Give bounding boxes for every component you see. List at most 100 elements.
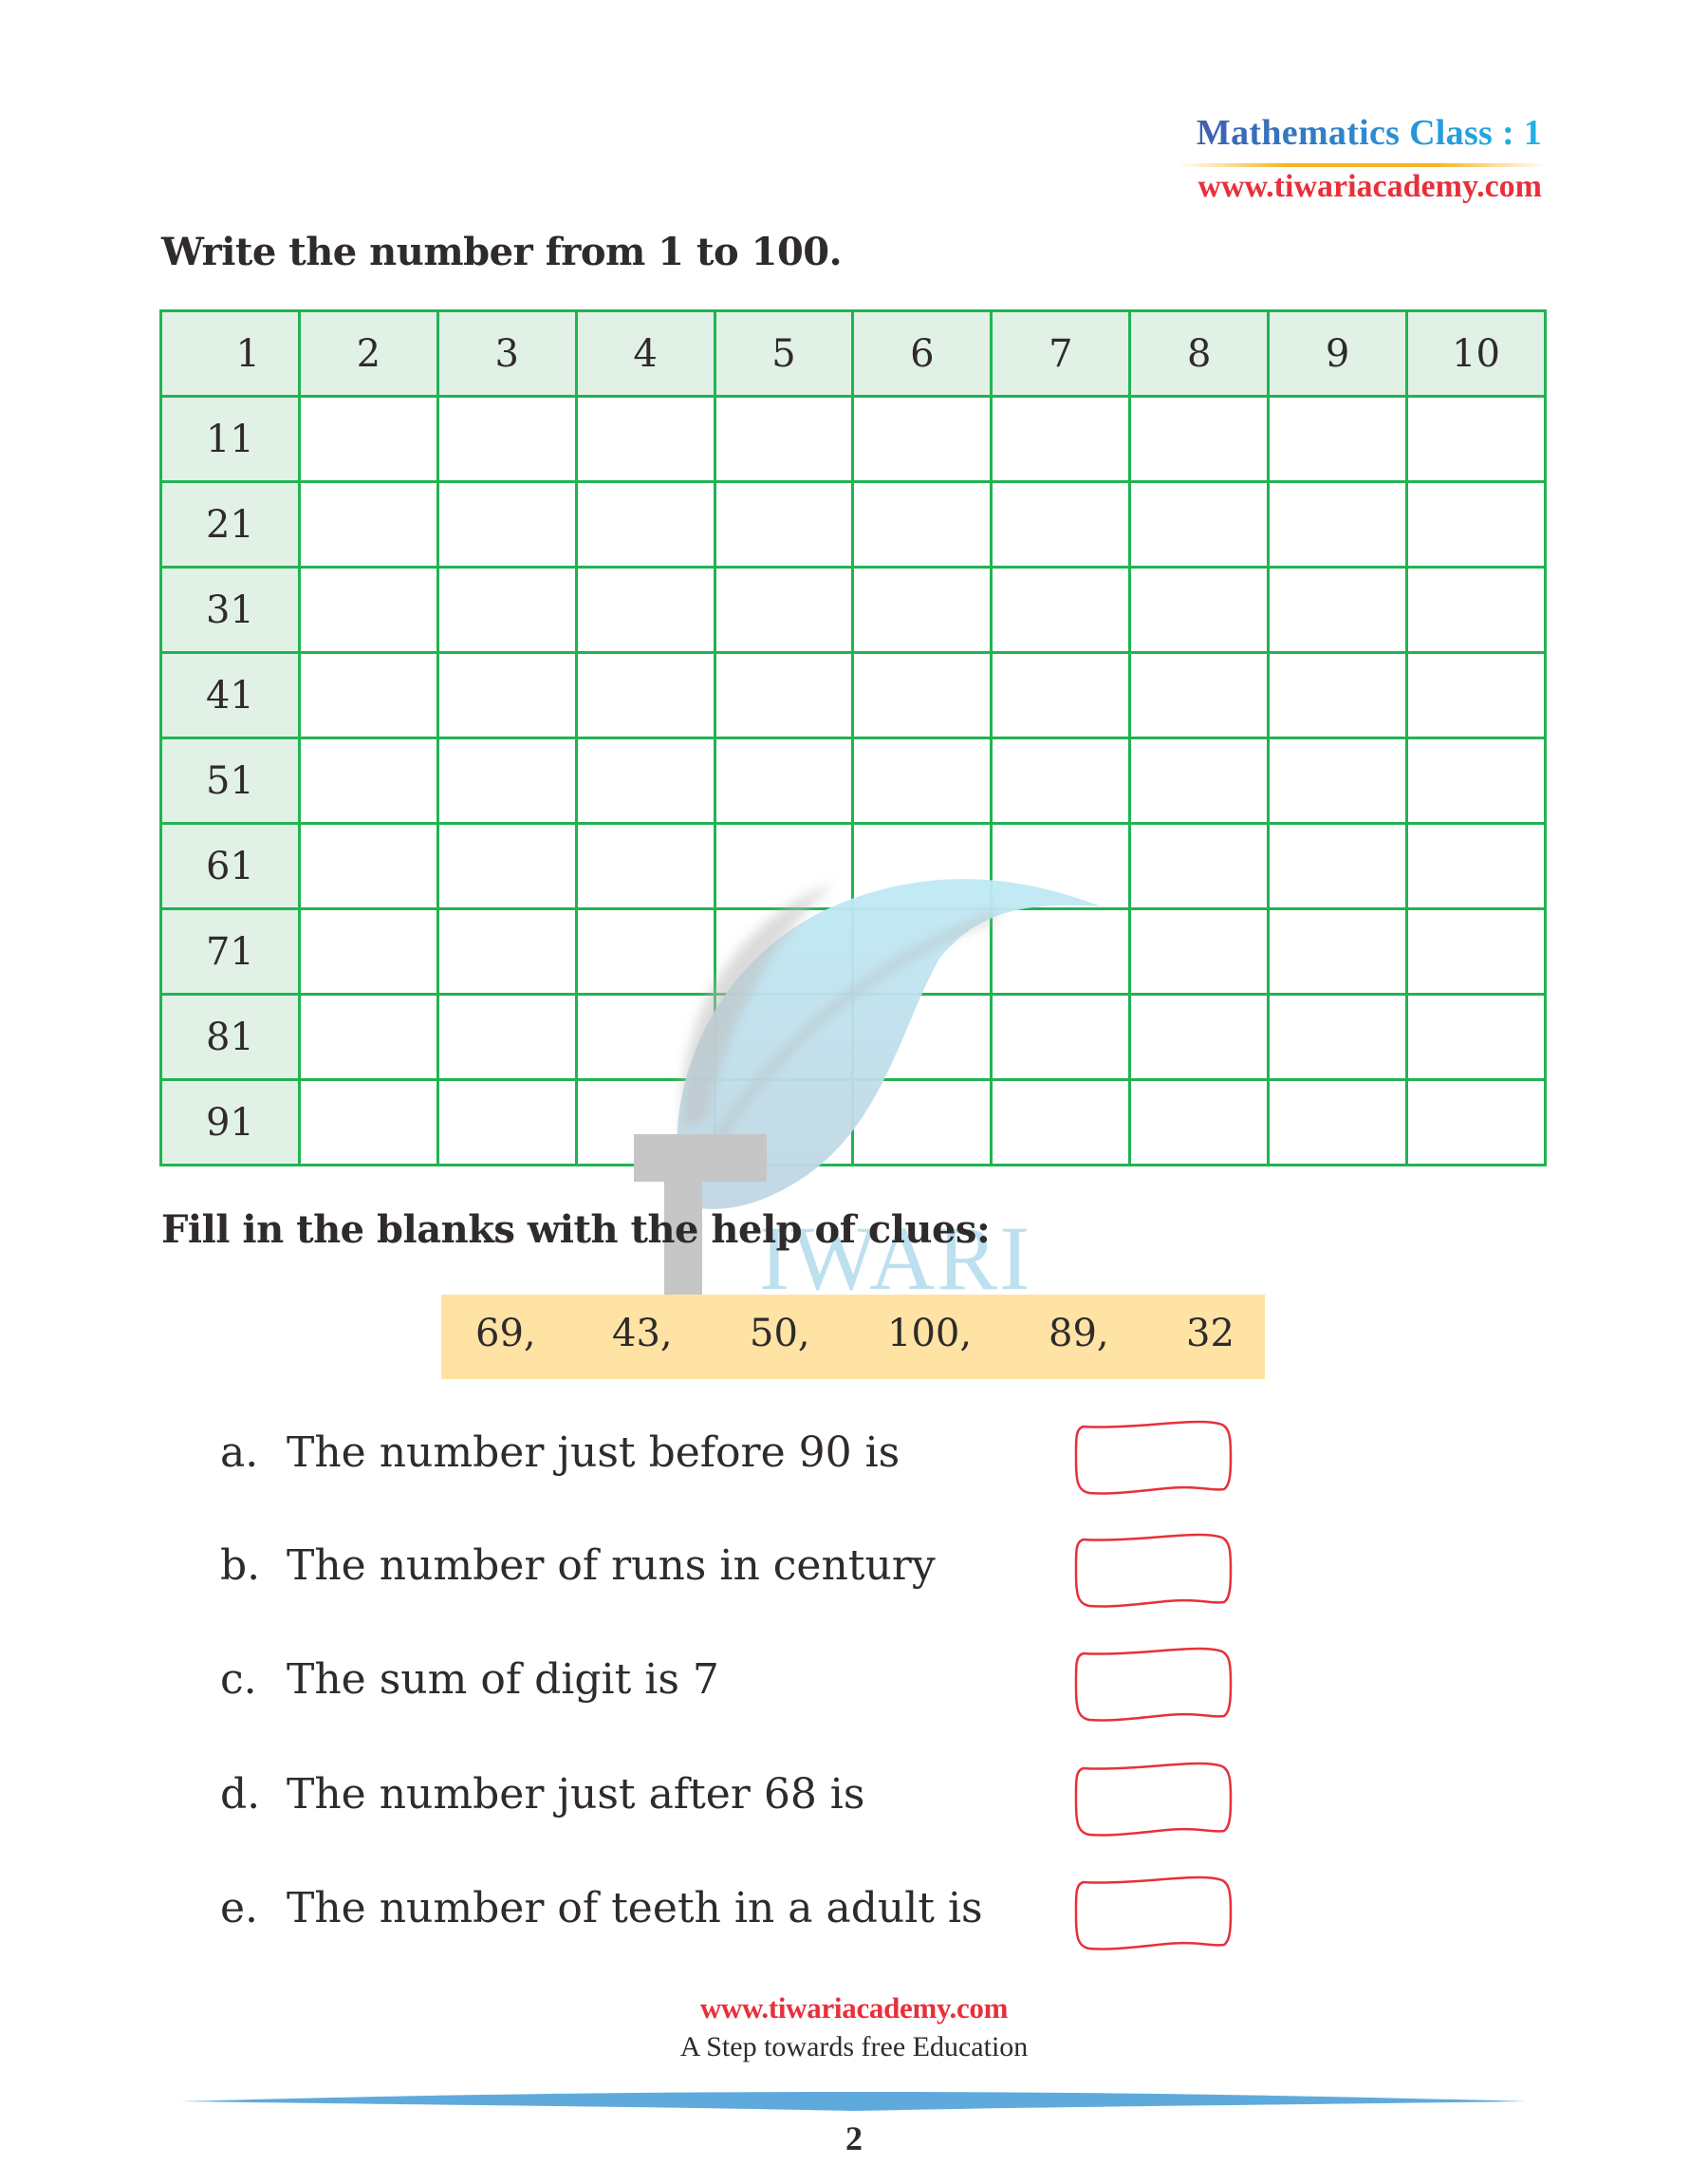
grid-blank-cell[interactable] [574,395,716,483]
grid-blank-cell[interactable] [1405,566,1547,654]
grid-blank-cell[interactable] [574,907,716,996]
grid-blank-cell[interactable] [574,566,716,654]
grid-blank-cell[interactable] [713,480,855,569]
answer-box[interactable] [1072,1875,1234,1950]
grid-blank-cell[interactable] [1128,737,1271,825]
grid-blank-cell[interactable] [851,907,993,996]
clue-item: 50, [750,1312,810,1355]
grid-blank-cell[interactable] [713,1078,855,1166]
grid-blank-cell[interactable] [436,737,578,825]
grid-blank-cell[interactable] [436,480,578,569]
answer-box[interactable] [1072,1646,1234,1722]
grid-blank-cell[interactable] [990,737,1132,825]
grid-blank-cell[interactable] [851,1078,993,1166]
grid-blank-cell[interactable] [1405,737,1547,825]
header-url[interactable]: www.tiwariacademy.com [1197,169,1542,205]
grid-blank-cell[interactable] [297,737,439,825]
grid-header-cell: 5 [713,309,855,398]
grid-blank-cell[interactable] [1267,1078,1409,1166]
grid-blank-cell[interactable] [713,993,855,1081]
grid-blank-cell[interactable] [990,993,1132,1081]
grid-blank-cell[interactable] [1405,993,1547,1081]
grid-blank-cell[interactable] [713,395,855,483]
grid-blank-cell[interactable] [1267,822,1409,910]
grid-blank-cell[interactable] [1128,907,1271,996]
grid-blank-cell[interactable] [990,651,1132,739]
grid-blank-cell[interactable] [1128,1078,1271,1166]
grid-blank-cell[interactable] [574,822,716,910]
grid-header-cell: 1 [159,309,301,398]
grid-blank-cell[interactable] [713,737,855,825]
grid-blank-cell[interactable] [990,1078,1132,1166]
grid-blank-cell[interactable] [713,566,855,654]
grid-row-label-cell: 21 [159,480,301,569]
grid-blank-cell[interactable] [851,737,993,825]
grid-blank-cell[interactable] [1267,651,1409,739]
grid-blank-cell[interactable] [713,822,855,910]
grid-blank-cell[interactable] [1267,395,1409,483]
grid-blank-cell[interactable] [297,822,439,910]
grid-blank-cell[interactable] [990,480,1132,569]
grid-header-cell: 8 [1128,309,1271,398]
grid-blank-cell[interactable] [436,566,578,654]
grid-blank-cell[interactable] [574,651,716,739]
grid-blank-cell[interactable] [1267,566,1409,654]
grid-blank-cell[interactable] [436,395,578,483]
grid-blank-cell[interactable] [1405,480,1547,569]
grid-blank-cell[interactable] [436,822,578,910]
grid-blank-cell[interactable] [1128,651,1271,739]
grid-row: 51 [159,737,1547,825]
grid-blank-cell[interactable] [990,907,1132,996]
grid-blank-cell[interactable] [713,907,855,996]
answer-box[interactable] [1072,1532,1234,1608]
grid-blank-cell[interactable] [297,907,439,996]
grid-blank-cell[interactable] [297,651,439,739]
grid-blank-cell[interactable] [851,480,993,569]
grid-blank-cell[interactable] [436,907,578,996]
grid-header-cell: 7 [990,309,1132,398]
grid-blank-cell[interactable] [990,566,1132,654]
grid-blank-cell[interactable] [574,480,716,569]
grid-blank-cell[interactable] [1405,1078,1547,1166]
answer-box[interactable] [1072,1761,1234,1837]
grid-blank-cell[interactable] [851,651,993,739]
grid-blank-cell[interactable] [1267,480,1409,569]
grid-blank-cell[interactable] [574,737,716,825]
clue-item: 89, [1049,1312,1109,1355]
grid-blank-cell[interactable] [297,480,439,569]
section-heading-fill-blanks: Fill in the blanks with the help of clue… [161,1207,991,1252]
grid-blank-cell[interactable] [1128,480,1271,569]
page-number: 2 [845,2119,863,2157]
grid-blank-cell[interactable] [851,566,993,654]
grid-blank-cell[interactable] [1128,566,1271,654]
clue-item: 32 [1186,1312,1235,1355]
grid-blank-cell[interactable] [297,993,439,1081]
grid-blank-cell[interactable] [297,1078,439,1166]
grid-blank-cell[interactable] [297,566,439,654]
grid-blank-cell[interactable] [1405,651,1547,739]
grid-blank-cell[interactable] [1267,737,1409,825]
grid-blank-cell[interactable] [436,993,578,1081]
grid-blank-cell[interactable] [990,395,1132,483]
question-letter: b. [220,1541,261,1590]
footer-url[interactable]: www.tiwariacademy.com [0,1991,1708,2025]
grid-blank-cell[interactable] [297,395,439,483]
grid-blank-cell[interactable] [851,395,993,483]
grid-blank-cell[interactable] [574,993,716,1081]
grid-blank-cell[interactable] [1405,822,1547,910]
grid-blank-cell[interactable] [990,822,1132,910]
answer-box[interactable] [1072,1419,1234,1495]
grid-blank-cell[interactable] [1128,993,1271,1081]
grid-blank-cell[interactable] [1267,993,1409,1081]
grid-blank-cell[interactable] [1267,907,1409,996]
grid-blank-cell[interactable] [851,822,993,910]
grid-blank-cell[interactable] [1128,822,1271,910]
grid-blank-cell[interactable] [1128,395,1271,483]
grid-blank-cell[interactable] [574,1078,716,1166]
grid-blank-cell[interactable] [436,651,578,739]
grid-blank-cell[interactable] [1405,907,1547,996]
grid-blank-cell[interactable] [1405,395,1547,483]
grid-blank-cell[interactable] [851,993,993,1081]
grid-blank-cell[interactable] [713,651,855,739]
grid-blank-cell[interactable] [436,1078,578,1166]
